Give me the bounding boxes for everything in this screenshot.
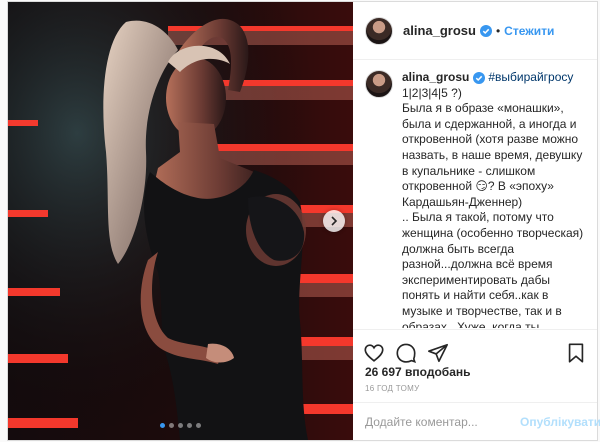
carousel-indicator (8, 423, 353, 428)
post-timestamp: 16 ГОД ТОМУ (365, 384, 420, 393)
likes-count[interactable]: 26 697 вподобань (365, 365, 471, 379)
carousel-dot (169, 423, 174, 428)
bookmark-icon[interactable] (565, 342, 587, 364)
carousel-dot (178, 423, 183, 428)
post-sidebar: alina_grosu • Стежити alina_grosu #выбир… (353, 2, 600, 440)
heart-icon[interactable] (363, 342, 385, 364)
publish-button[interactable]: Опублікувати (520, 415, 600, 429)
action-bar (353, 329, 597, 369)
verified-icon (479, 24, 492, 37)
next-slide-button[interactable] (323, 210, 345, 232)
chevron-right-icon (331, 216, 338, 226)
photo-image (8, 2, 353, 440)
comment-form: Опублікувати (353, 402, 600, 440)
post-caption: alina_grosu #выбирайгросу 1|2|3|4|5 ?) Б… (353, 60, 597, 328)
comment-icon[interactable] (395, 342, 417, 364)
caption-hashtag[interactable]: #выбирайгросу (488, 70, 573, 86)
follow-button[interactable]: Стежити (504, 24, 554, 38)
author-username[interactable]: alina_grosu (403, 23, 476, 38)
post-photo[interactable] (8, 2, 353, 440)
carousel-dot (160, 423, 165, 428)
post-header: alina_grosu • Стежити (353, 2, 597, 60)
caption-username[interactable]: alina_grosu (402, 70, 469, 86)
avatar[interactable] (365, 70, 393, 98)
comment-input[interactable] (365, 414, 520, 429)
carousel-dot (196, 423, 201, 428)
instagram-post: alina_grosu • Стежити alina_grosu #выбир… (7, 1, 600, 441)
verified-icon (473, 71, 486, 84)
avatar[interactable] (365, 16, 393, 45)
header-separator: • (495, 23, 501, 38)
share-icon[interactable] (427, 342, 449, 364)
carousel-dot (187, 423, 192, 428)
caption-text: 1|2|3|4|5 ?) Была я в образе «монашки», … (402, 85, 584, 328)
